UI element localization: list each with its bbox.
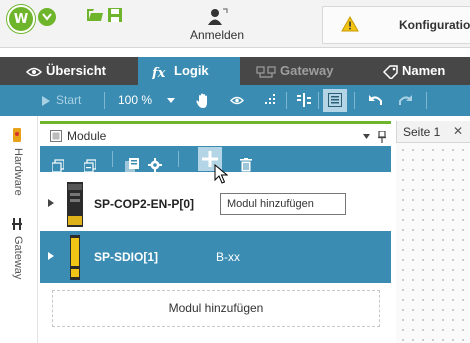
zoom-select[interactable]: 100 % (118, 85, 176, 116)
login-label: Anmelden (189, 28, 245, 42)
gateway-icon (256, 65, 276, 78)
start-button[interactable]: Start (42, 85, 81, 116)
expand-all-icon[interactable] (84, 153, 96, 179)
module-panel-icon (50, 130, 62, 142)
grid-dots-icon[interactable] (264, 93, 278, 107)
pan-hand-icon[interactable] (196, 93, 210, 109)
page-tab[interactable]: Seite 1 ✕ (396, 121, 470, 143)
logic-toolbar: Start 100 % (0, 85, 470, 116)
toolbar-separator (426, 92, 427, 109)
toolbar-separator (178, 151, 179, 167)
delete-trash-icon[interactable] (240, 152, 252, 178)
align-icon[interactable] (297, 93, 311, 107)
module-name: SP-COP2-EN-P[0] (94, 197, 195, 211)
toolbar-separator (104, 92, 105, 109)
warning-icon (341, 16, 359, 32)
login-button[interactable]: Anmelden (186, 8, 248, 42)
layout-toggle-button[interactable] (323, 89, 347, 112)
logo-letter-icon: W (13, 12, 29, 27)
layout-icon (328, 93, 342, 107)
panel-menu-dropdown-icon[interactable] (363, 134, 370, 139)
module-name: SP-SDIO[1] (94, 250, 159, 264)
logic-icon: fx (151, 66, 166, 81)
gateway-tab-icon (12, 218, 22, 230)
hardware-tab-icon (13, 128, 21, 142)
add-module-tooltip: Modul hinzufügen (220, 193, 346, 215)
play-icon (42, 95, 50, 106)
side-tab-strip: Hardware Gateway (0, 116, 38, 343)
user-icon (208, 8, 228, 25)
pin-icon[interactable] (378, 131, 386, 143)
undo-icon[interactable] (368, 94, 382, 106)
panel-accent-bar (40, 121, 391, 124)
mouse-cursor-icon (214, 164, 228, 184)
module-properties-icon[interactable] (125, 152, 139, 178)
configuration-status-box[interactable]: Konfiguratio (322, 6, 470, 44)
settings-gear-icon[interactable] (148, 152, 162, 178)
view-eye-icon[interactable] (230, 96, 244, 105)
main-navigation: Übersicht fx Logik Gateway Namen (0, 57, 470, 85)
title-bar: W Anmelden Konfiguratio (0, 0, 470, 48)
expand-arrow-icon[interactable] (48, 252, 54, 260)
svg-text:fx: fx (152, 66, 166, 79)
tab-overview[interactable]: Übersicht (25, 57, 106, 85)
collapse-all-icon[interactable] (52, 153, 64, 179)
eye-icon (25, 67, 43, 76)
module-panel: Module SP-COP2-EN-P[0] SP-SDIO[1] B-xx M… (40, 121, 391, 343)
tab-gateway-side[interactable]: Gateway (12, 236, 24, 279)
chevron-down-icon (167, 98, 176, 104)
app-logo[interactable]: W (7, 5, 35, 33)
sp-sdio-module-icon (70, 235, 80, 280)
tab-label: Logik (174, 63, 209, 78)
tab-label: Gateway (280, 63, 334, 78)
tab-gateway[interactable]: Gateway (256, 57, 333, 85)
module-type: B-xx (216, 250, 240, 264)
start-label: Start (56, 93, 82, 107)
configuration-label: Konfiguratio (399, 18, 470, 32)
tag-icon (382, 64, 398, 80)
module-row-selected[interactable]: SP-SDIO[1] B-xx (40, 231, 391, 283)
save-icon[interactable] (108, 8, 122, 22)
panel-header: Module (40, 126, 391, 146)
app-menu-dropdown-icon[interactable] (38, 8, 56, 26)
tab-label: Übersicht (46, 63, 106, 78)
logic-canvas[interactable]: Seite 1 ✕ (396, 121, 470, 343)
add-module-button[interactable]: Modul hinzufügen (52, 290, 380, 327)
tab-label: Namen (402, 63, 446, 78)
sp-cop2-module-icon (67, 182, 83, 227)
toolbar-separator (354, 92, 355, 109)
tab-logic[interactable]: fx Logik (138, 57, 240, 85)
open-folder-icon[interactable] (86, 8, 104, 22)
panel-title: Module (67, 129, 107, 143)
toolbar-separator (318, 92, 319, 109)
zoom-value: 100 % (118, 93, 153, 107)
expand-arrow-icon[interactable] (48, 199, 54, 207)
tab-names[interactable]: Namen (382, 57, 445, 85)
redo-icon[interactable] (399, 94, 413, 106)
tab-hardware[interactable]: Hardware (12, 148, 24, 196)
toolbar-separator (112, 151, 113, 167)
page-tab-label: Seite 1 (403, 125, 441, 139)
toolbar-separator (286, 92, 287, 109)
close-icon[interactable]: ✕ (453, 124, 463, 138)
